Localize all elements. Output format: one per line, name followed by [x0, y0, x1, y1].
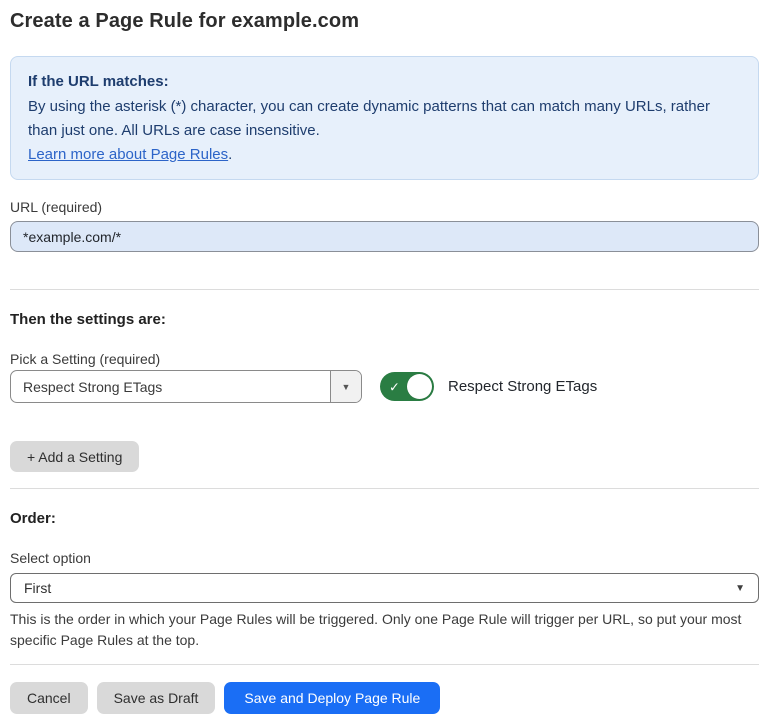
divider-after-settings [10, 488, 759, 489]
setting-select-arrow-button[interactable]: ▼ [330, 371, 361, 402]
link-suffix: . [228, 146, 232, 163]
info-box-link-line: Learn more about Page Rules. [28, 143, 741, 167]
add-setting-button[interactable]: + Add a Setting [10, 441, 139, 472]
chevron-down-icon: ▼ [735, 583, 745, 594]
info-box-heading: If the URL matches: [28, 70, 741, 94]
settings-section-heading: Then the settings are: [10, 311, 759, 328]
footer-actions: Cancel Save as Draft Save and Deploy Pag… [10, 664, 759, 714]
respect-strong-etags-toggle[interactable]: ✓ [380, 372, 434, 401]
order-section-heading: Order: [10, 510, 759, 527]
order-select[interactable]: First ▼ [10, 573, 759, 603]
toggle-knob [407, 374, 432, 399]
page-title: Create a Page Rule for example.com [10, 10, 759, 33]
learn-more-link[interactable]: Learn more about Page Rules [28, 146, 228, 163]
chevron-down-icon: ▼ [342, 382, 351, 392]
url-input[interactable] [10, 221, 759, 252]
save-and-deploy-button[interactable]: Save and Deploy Page Rule [224, 682, 440, 714]
cancel-button[interactable]: Cancel [10, 682, 88, 714]
setting-row: Respect Strong ETags ▼ ✓ Respect Strong … [10, 370, 759, 403]
check-icon: ✓ [389, 380, 400, 393]
info-box-body: By using the asterisk (*) character, you… [28, 95, 728, 143]
url-match-info-box: If the URL matches: By using the asteris… [10, 56, 759, 180]
setting-select-value: Respect Strong ETags [11, 371, 330, 402]
save-as-draft-button[interactable]: Save as Draft [97, 682, 216, 714]
setting-select[interactable]: Respect Strong ETags ▼ [10, 370, 362, 403]
order-select-label: Select option [10, 550, 759, 566]
url-field-label: URL (required) [10, 199, 759, 215]
toggle-label: Respect Strong ETags [448, 378, 597, 395]
order-select-value: First [24, 580, 51, 596]
divider-after-url [10, 289, 759, 290]
pick-setting-label: Pick a Setting (required) [10, 351, 759, 367]
order-help-text: This is the order in which your Page Rul… [10, 609, 755, 651]
create-page-rule-panel: Create a Page Rule for example.com If th… [0, 0, 769, 718]
